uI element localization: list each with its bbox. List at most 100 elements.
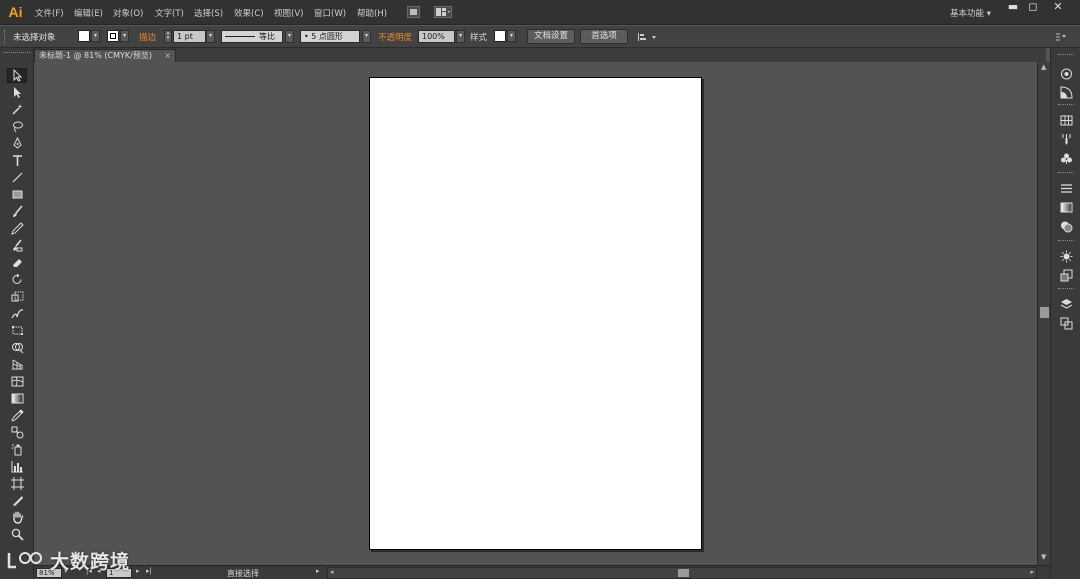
gradient-tool[interactable] [7, 391, 27, 406]
arrange-documents-button[interactable] [434, 6, 452, 18]
opacity-dropdown[interactable]: ▾ [456, 30, 465, 43]
variable-width-profile[interactable]: 等比 [221, 30, 283, 43]
menu-effect[interactable]: 效果(C) [234, 7, 264, 19]
stroke-swatch[interactable] [107, 30, 119, 42]
artboards-panel-button[interactable] [1058, 316, 1074, 330]
stroke-icon [1060, 183, 1072, 193]
menu-edit[interactable]: 编辑(E) [74, 7, 103, 19]
pen-tool[interactable] [7, 136, 27, 151]
document-tab-title: 未标题-1 @ 81% (CMYK/预览) [39, 51, 152, 60]
selection-tool[interactable] [7, 68, 27, 83]
arrange-button[interactable] [636, 30, 658, 43]
close-icon[interactable]: × [164, 50, 171, 61]
next-artboard-icon[interactable]: ▸ [136, 567, 140, 575]
zoom-tool[interactable] [7, 527, 27, 542]
scroll-left-icon[interactable]: ◂ [330, 568, 334, 576]
stroke-dropdown[interactable]: ▾ [120, 30, 129, 42]
brushes-panel-button[interactable] [1058, 132, 1074, 146]
horizontal-scrollbar[interactable]: ◂ ▸ [327, 567, 1037, 579]
preferences-button[interactable]: 首选项 [580, 29, 628, 44]
menu-window[interactable]: 窗口(W) [314, 7, 346, 19]
stroke-panel-button[interactable] [1058, 181, 1074, 195]
artboard[interactable] [369, 77, 702, 550]
panel-grip-icon[interactable] [4, 52, 30, 55]
brush-dropdown[interactable]: ▾ [362, 30, 371, 43]
free-transform-tool[interactable] [7, 323, 27, 338]
graphic-style-dropdown[interactable]: ▾ [507, 30, 516, 42]
perspective-grid-icon [11, 359, 23, 370]
line-segment-tool[interactable] [7, 170, 27, 185]
fill-swatch[interactable] [78, 30, 90, 42]
stroke-weight-spinner[interactable]: ▴ ▾ [164, 30, 172, 43]
color-panel-button[interactable] [1058, 66, 1074, 80]
direct-selection-tool[interactable] [7, 85, 27, 100]
gradient-panel-button[interactable] [1058, 200, 1074, 214]
blob-brush-tool[interactable] [7, 238, 27, 253]
eyedropper-tool[interactable] [7, 408, 27, 423]
mesh-tool[interactable] [7, 374, 27, 389]
menu-object[interactable]: 对象(O) [113, 7, 143, 19]
dock-grip-icon[interactable] [1058, 54, 1074, 56]
perspective-grid-tool[interactable] [7, 357, 27, 372]
opacity-label[interactable]: 不透明度 [378, 31, 412, 43]
rectangle-tool[interactable] [7, 187, 27, 202]
status-tool-name[interactable]: 直接选择 [227, 568, 259, 579]
canvas-area[interactable] [34, 62, 1037, 565]
brush-definition[interactable]: • 5 点圆形 [300, 30, 360, 43]
blend-tool[interactable] [7, 425, 27, 440]
menu-help[interactable]: 帮助(H) [357, 7, 387, 19]
shape-builder-tool[interactable] [7, 340, 27, 355]
slice-tool[interactable] [7, 493, 27, 508]
color-guide-panel-button[interactable] [1058, 85, 1074, 99]
type-tool[interactable] [7, 153, 27, 168]
layers-panel-button[interactable] [1058, 297, 1074, 311]
scale-tool[interactable] [7, 289, 27, 304]
scroll-down-icon[interactable]: ▼ [1041, 553, 1046, 561]
bridge-button[interactable] [407, 6, 420, 18]
menu-file[interactable]: 文件(F) [35, 7, 64, 19]
stroke-weight-field[interactable]: 1 pt [173, 30, 206, 43]
magic-wand-tool[interactable] [7, 102, 27, 117]
artboard-tool[interactable] [7, 476, 27, 491]
paintbrush-tool[interactable] [7, 204, 27, 219]
graphic-style-swatch[interactable] [494, 30, 506, 42]
appearance-panel-button[interactable] [1058, 249, 1074, 263]
vertical-scrollbar[interactable]: ▲ ▼ [1037, 62, 1050, 565]
scroll-up-icon[interactable]: ▲ [1041, 63, 1046, 71]
tools-panel [0, 48, 34, 579]
fill-dropdown[interactable]: ▾ [91, 30, 100, 42]
horizontal-scroll-thumb[interactable] [678, 569, 689, 577]
symbols-panel-button[interactable] [1058, 151, 1074, 165]
hand-tool[interactable] [7, 510, 27, 525]
opacity-field[interactable]: 100% [418, 30, 455, 43]
document-setup-button[interactable]: 文档设置 [527, 29, 575, 44]
stroke-weight-dropdown[interactable]: ▾ [206, 30, 215, 43]
status-menu-icon[interactable]: ▸ [316, 567, 320, 575]
column-graph-tool[interactable] [7, 459, 27, 474]
menu-select[interactable]: 选择(S) [194, 7, 223, 19]
maximize-button[interactable]: ◻ [1022, 1, 1044, 15]
scroll-right-icon[interactable]: ▸ [1030, 568, 1034, 576]
last-artboard-icon[interactable]: ▸| [146, 567, 152, 575]
stroke-label[interactable]: 描边 [139, 31, 156, 43]
stroke-profile-dropdown[interactable]: ▾ [285, 30, 294, 43]
lasso-tool[interactable] [7, 119, 27, 134]
pencil-tool[interactable] [7, 221, 27, 236]
menu-view[interactable]: 视图(V) [274, 7, 303, 19]
close-button[interactable]: ✕ [1047, 1, 1069, 15]
workspace-switcher[interactable]: 基本功能 ▾ [950, 7, 991, 19]
vertical-scroll-thumb[interactable] [1040, 307, 1049, 318]
transparency-panel-button[interactable] [1058, 219, 1074, 233]
swatches-panel-button[interactable] [1058, 113, 1074, 127]
rotate-tool[interactable] [7, 272, 27, 287]
panel-menu-button[interactable] [1055, 31, 1067, 42]
minimize-button[interactable]: ▬ [1002, 1, 1024, 15]
mesh-icon [11, 376, 23, 387]
menu-type[interactable]: 文字(T) [155, 7, 184, 19]
symbol-sprayer-tool[interactable] [7, 442, 27, 457]
eraser-tool[interactable] [7, 255, 27, 270]
document-tab[interactable]: 未标题-1 @ 81% (CMYK/预览) × [34, 49, 176, 62]
layers-icon [1060, 298, 1072, 309]
graphic-styles-panel-button[interactable] [1058, 268, 1074, 282]
warp-tool[interactable] [7, 306, 27, 321]
